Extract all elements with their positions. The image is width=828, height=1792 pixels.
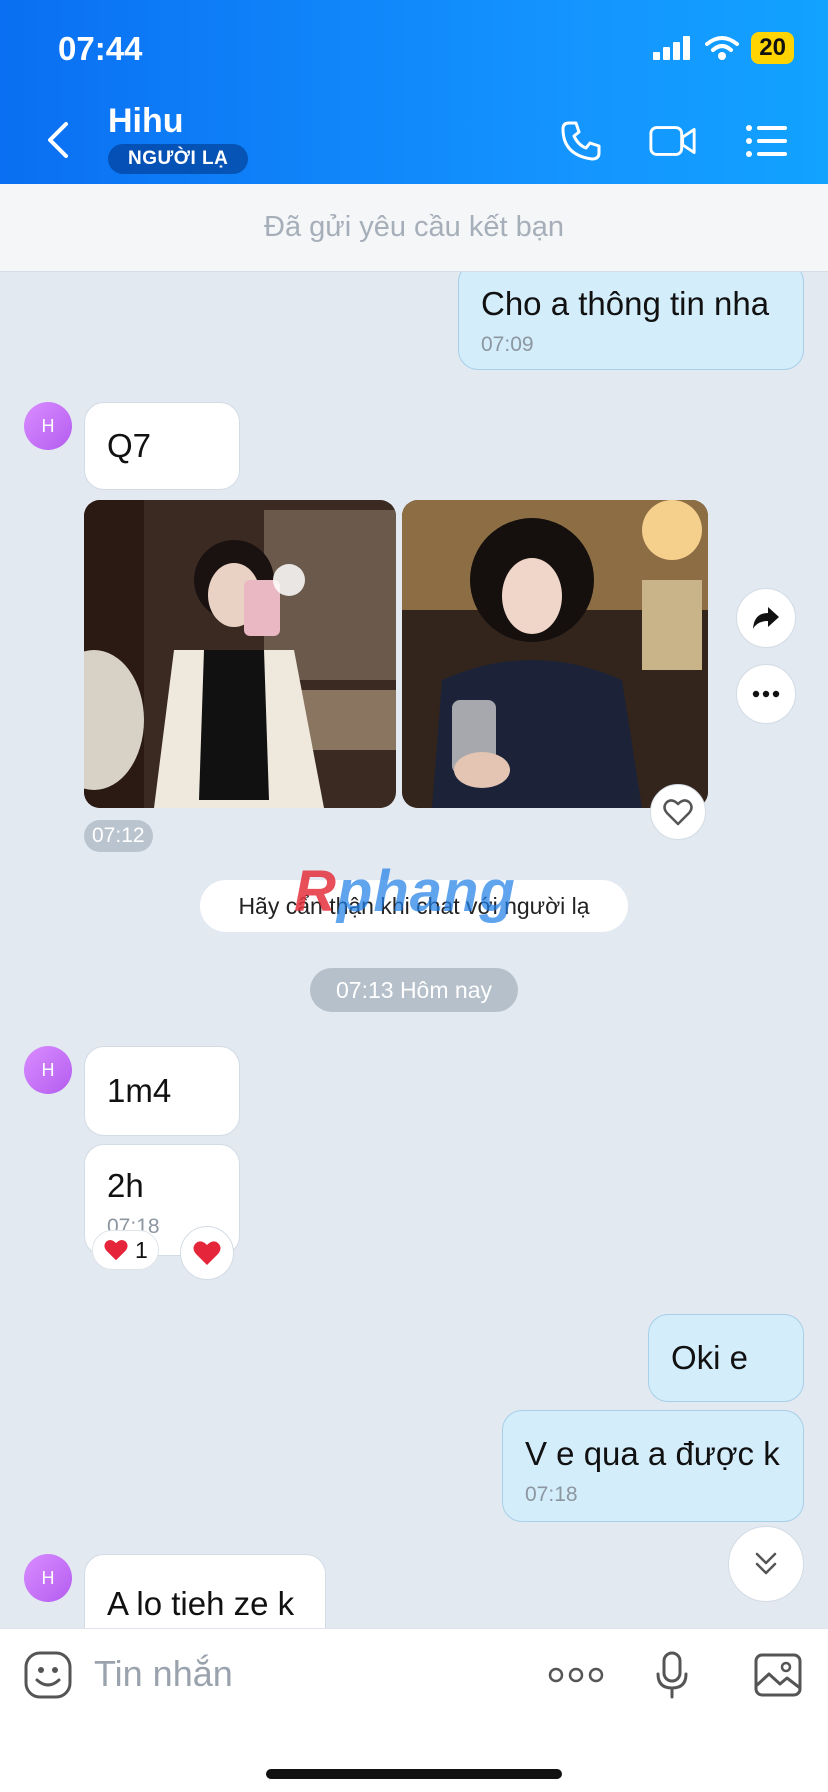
scroll-down-button[interactable] xyxy=(728,1526,804,1602)
message-text: Cho a thông tin nha xyxy=(481,285,770,322)
photo-image xyxy=(84,500,396,808)
avatar[interactable]: H xyxy=(24,1554,72,1602)
heart-icon xyxy=(193,1241,221,1265)
watermark: Rphang xyxy=(294,858,516,925)
scroll-down-icon xyxy=(755,1552,777,1575)
message-text: 1m4 xyxy=(107,1072,172,1109)
message-list[interactable]: Cho a thông tin nha 07:09 H Q7 07:12 Hãy… xyxy=(0,272,828,1628)
ellipsis-icon xyxy=(548,1667,604,1683)
photo-1[interactable] xyxy=(84,500,396,808)
back-icon xyxy=(48,122,68,158)
message-bubble-outgoing[interactable]: Cho a thông tin nha 07:09 xyxy=(458,272,804,370)
sticker-icon xyxy=(24,1651,72,1699)
heart-icon xyxy=(663,799,693,826)
menu-button[interactable] xyxy=(742,116,792,166)
status-time: 07:44 xyxy=(58,30,143,67)
photo-2[interactable] xyxy=(402,500,708,808)
heart-icon xyxy=(104,1240,128,1261)
more-icon xyxy=(752,690,780,698)
react-heart-button[interactable] xyxy=(650,784,706,840)
mic-icon xyxy=(656,1651,688,1699)
friend-request-banner: Đã gửi yêu cầu kết bạn xyxy=(0,184,828,272)
photo-image xyxy=(402,500,708,808)
home-indicator xyxy=(266,1769,562,1779)
share-icon xyxy=(753,607,779,629)
menu-icon xyxy=(746,125,787,157)
photo-time: 07:12 xyxy=(84,820,153,852)
share-button[interactable] xyxy=(736,588,796,648)
reaction-count: 1 xyxy=(135,1236,148,1263)
stranger-badge: NGƯỜI LẠ xyxy=(108,144,249,174)
avatar[interactable]: H xyxy=(24,1046,72,1094)
message-text: V e qua a được k xyxy=(525,1435,780,1472)
message-bubble-outgoing[interactable]: V e qua a được k 07:18 xyxy=(502,1410,804,1522)
message-bubble-outgoing[interactable]: Oki e xyxy=(648,1314,804,1402)
message-bubble-incoming[interactable]: Q7 xyxy=(84,402,240,490)
call-button[interactable] xyxy=(556,116,606,166)
back-button[interactable] xyxy=(40,118,80,162)
voice-button[interactable] xyxy=(644,1647,700,1703)
message-text: Q7 xyxy=(107,427,152,464)
message-text: A lo tieh ze k xyxy=(107,1585,295,1622)
contact-name[interactable]: Hihu xyxy=(108,102,184,141)
watermark-part2: phang xyxy=(336,859,516,924)
more-options-button[interactable] xyxy=(736,664,796,724)
message-bubble-incoming[interactable]: 1m4 xyxy=(84,1046,240,1136)
sticker-button[interactable] xyxy=(20,1647,76,1703)
message-input[interactable]: Tin nhắn xyxy=(94,1653,233,1695)
date-divider: 07:13 Hôm nay xyxy=(310,968,518,1012)
react-heart-button[interactable] xyxy=(180,1226,234,1280)
signal-icon xyxy=(653,36,691,60)
video-icon xyxy=(649,126,696,156)
chat-header: 07:44 20 Hihu NGƯỜI LẠ xyxy=(0,0,828,184)
video-call-button[interactable] xyxy=(648,116,698,166)
composer: Tin nhắn xyxy=(0,1628,828,1792)
phone-icon xyxy=(561,121,601,161)
battery-indicator: 20 xyxy=(751,32,794,64)
wifi-icon xyxy=(705,36,740,60)
status-icons: 20 xyxy=(653,32,794,64)
image-icon xyxy=(754,1653,802,1697)
avatar[interactable]: H xyxy=(24,402,72,450)
message-text: 2h xyxy=(107,1167,144,1204)
image-button[interactable] xyxy=(750,1647,806,1703)
reaction-summary[interactable]: 1 xyxy=(92,1230,159,1270)
watermark-part1: R xyxy=(294,859,337,924)
more-actions-button[interactable] xyxy=(546,1647,606,1703)
message-time: 07:18 xyxy=(525,1483,578,1506)
message-text: Oki e xyxy=(671,1339,749,1376)
message-bubble-incoming[interactable]: A lo tieh ze k xyxy=(84,1554,326,1628)
message-time: 07:09 xyxy=(481,333,534,356)
